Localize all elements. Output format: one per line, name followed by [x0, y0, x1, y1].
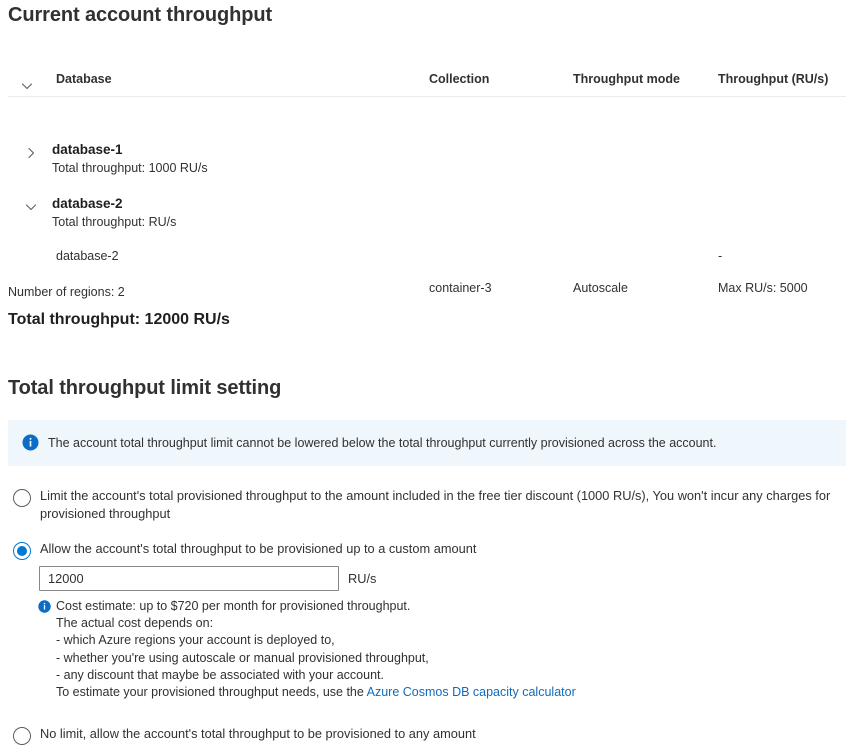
chevron-right-icon[interactable]: [24, 146, 38, 160]
capacity-calculator-link[interactable]: Azure Cosmos DB capacity calculator: [367, 685, 576, 699]
number-of-regions: Number of regions: 2: [8, 285, 125, 299]
info-icon: [22, 434, 39, 451]
cost-estimate-text: Cost estimate: up to $720 per month for …: [56, 598, 678, 701]
column-header-throughput-rus[interactable]: Throughput (RU/s): [718, 72, 828, 86]
radio-button-unselected[interactable]: [13, 727, 31, 745]
cost-estimate-line-6: To estimate your provisioned throughput …: [56, 684, 678, 701]
throughput-amount-input[interactable]: [39, 566, 339, 591]
column-header-database[interactable]: Database: [56, 72, 112, 86]
section-title: Total throughput limit setting: [8, 377, 282, 399]
radio-option-free-tier-limit[interactable]: Limit the account's total provisioned th…: [8, 487, 843, 523]
cost-estimate-line-6-prefix: To estimate your provisioned throughput …: [56, 685, 367, 700]
info-banner: The account total throughput limit canno…: [8, 420, 846, 466]
info-banner-text: The account total throughput limit canno…: [48, 436, 717, 450]
cell-throughput-mode: Autoscale: [573, 281, 628, 295]
column-header-collection[interactable]: Collection: [429, 72, 489, 86]
cost-estimate-line-5: - any discount that maybe be associated …: [56, 667, 384, 682]
column-header-throughput-mode[interactable]: Throughput mode: [573, 72, 680, 86]
radio-button-selected[interactable]: [13, 542, 31, 560]
account-throughput-table: Database Collection Throughput mode Thro…: [8, 68, 846, 295]
cost-estimate-block: Cost estimate: up to $720 per month for …: [38, 598, 678, 701]
cell-throughput-rus: Max RU/s: 5000: [718, 281, 808, 295]
cell-throughput-rus: -: [718, 249, 723, 263]
database-total-throughput: Total throughput: RU/s: [52, 215, 177, 229]
cost-estimate-line-3: - which Azure regions your account is de…: [56, 633, 335, 648]
total-throughput-summary: Total throughput: 12000 RU/s: [8, 311, 230, 328]
custom-amount-row: RU/s: [39, 566, 376, 591]
info-icon: [38, 600, 51, 613]
radio-button-unselected[interactable]: [13, 489, 31, 507]
table-row[interactable]: database-2 -: [8, 249, 846, 269]
throughput-amount-unit: RU/s: [348, 571, 377, 586]
radio-option-custom-amount[interactable]: Allow the account's total throughput to …: [8, 540, 568, 560]
cell-database: database-2: [56, 249, 119, 263]
chevron-down-icon[interactable]: [24, 200, 38, 214]
radio-option-label: Allow the account's total throughput to …: [40, 541, 477, 556]
table-body: database-1 Total throughput: 1000 RU/s d…: [8, 97, 846, 295]
table-row[interactable]: container-3 Autoscale Max RU/s: 5000: [8, 281, 846, 301]
database-name[interactable]: database-1: [52, 142, 123, 157]
radio-option-no-limit[interactable]: No limit, allow the account's total thro…: [8, 725, 568, 745]
cost-estimate-line-2: The actual cost depends on:: [56, 616, 214, 631]
table-header-row: Database Collection Throughput mode Thro…: [8, 68, 846, 97]
radio-option-label: Limit the account's total provisioned th…: [40, 488, 831, 521]
database-name[interactable]: database-2: [52, 196, 123, 211]
chevron-down-icon[interactable]: [20, 79, 34, 93]
page-title: Current account throughput: [8, 4, 273, 26]
cost-estimate-line-4: - whether you're using autoscale or manu…: [56, 650, 429, 665]
cell-collection: container-3: [429, 281, 492, 295]
cost-estimate-line-1: Cost estimate: up to $720 per month for …: [56, 599, 411, 613]
radio-option-label: No limit, allow the account's total thro…: [40, 726, 476, 741]
database-total-throughput: Total throughput: 1000 RU/s: [52, 161, 208, 175]
